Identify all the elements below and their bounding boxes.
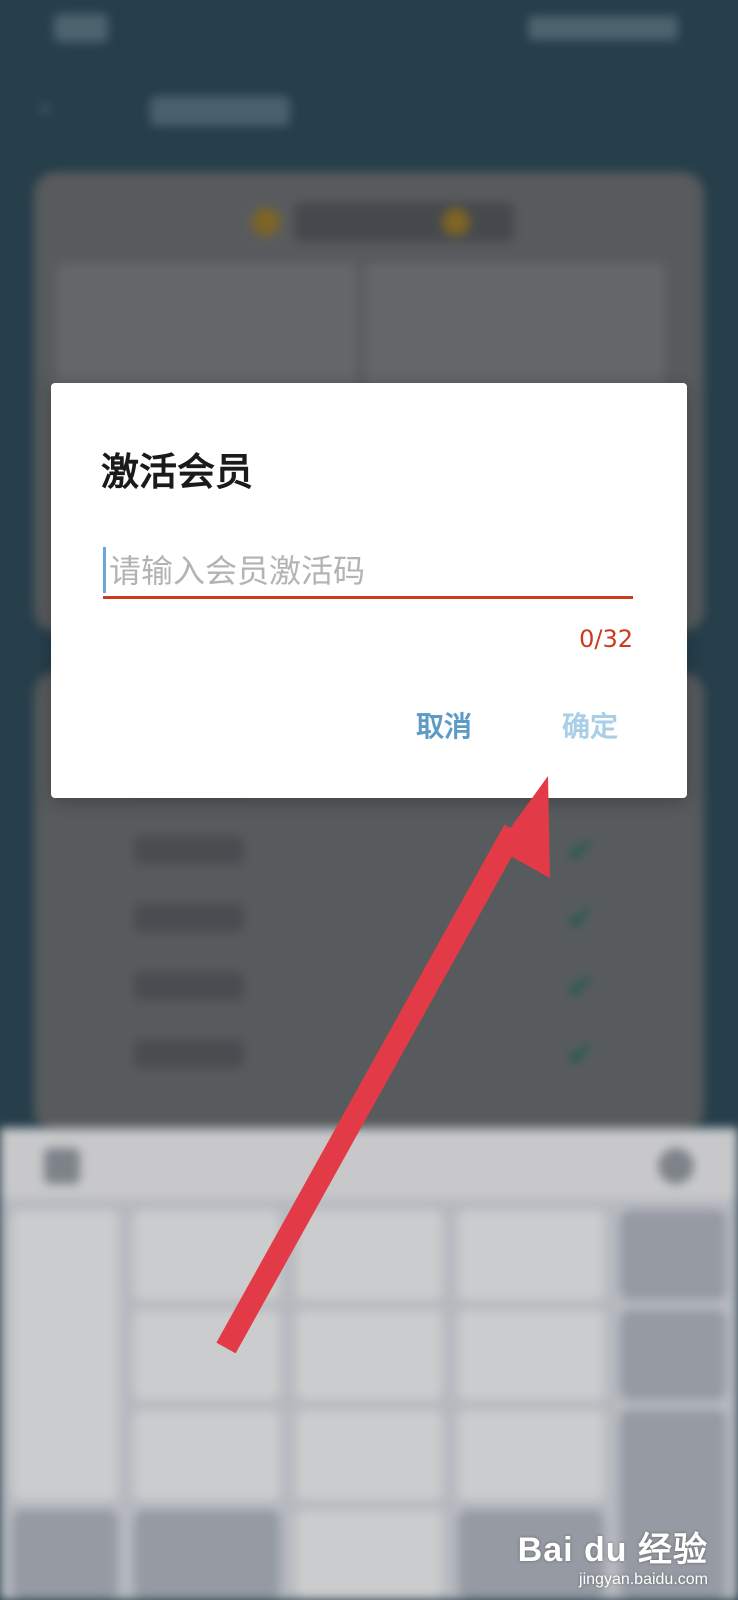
modal-scrim[interactable] — [0, 0, 738, 1600]
watermark-brand: Bai du 经验 — [517, 1531, 708, 1569]
cancel-button[interactable]: 取消 — [408, 701, 480, 749]
baidu-watermark: Bai du 经验 jingyan.baidu.com — [518, 1522, 708, 1589]
activation-code-input[interactable] — [103, 545, 633, 599]
dialog-title: 激活会员 — [101, 450, 254, 494]
confirm-button[interactable]: 确定 — [554, 701, 626, 749]
activate-membership-dialog: 激活会员 0/32 取消 确定 — [51, 383, 687, 798]
watermark-site: jingyan.baidu.com — [579, 1571, 708, 1588]
activation-code-field[interactable] — [103, 545, 633, 605]
text-cursor — [103, 547, 106, 593]
character-counter: 0/32 — [579, 625, 633, 653]
